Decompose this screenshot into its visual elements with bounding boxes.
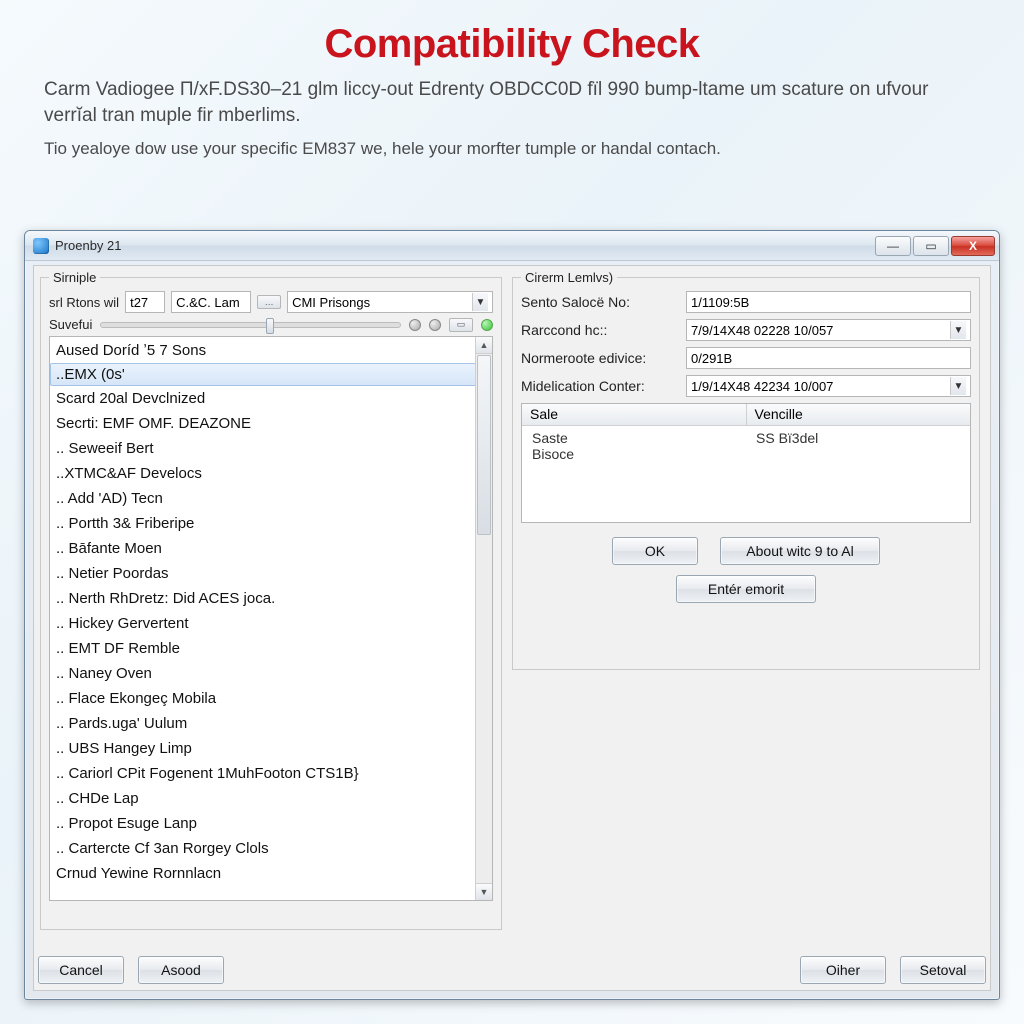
grid-header-sale[interactable]: Sale xyxy=(522,404,747,426)
form-row: Rarccond hc::7/9/14X48 02228 10/057 ▼ xyxy=(521,319,971,341)
list-item[interactable]: .. Netier Poordas xyxy=(50,561,492,586)
list-item[interactable]: .. Seweeif Bert xyxy=(50,436,492,461)
page-title: Compatibility Check xyxy=(44,22,980,67)
list-item[interactable]: .. Add 'AD) Tecn xyxy=(50,486,492,511)
grid-cell-left: Saste Bisoce xyxy=(522,426,746,522)
grid-cell-right: SS Bï3del xyxy=(746,426,970,522)
list-item[interactable]: .. UBS Hangey Limp xyxy=(50,736,492,761)
prisongs-combo[interactable]: CMI Prisongs ▼ xyxy=(287,291,493,313)
form-label: Rarccond hc:: xyxy=(521,322,686,338)
list-item[interactable]: .. EMT DF Remble xyxy=(50,636,492,661)
form-label: Sento Salocë No: xyxy=(521,294,686,310)
suvefui-slider[interactable] xyxy=(100,322,401,328)
chevron-down-icon: ▼ xyxy=(950,321,966,339)
right-group: Cirerm Lemlvs) Sento Salocë No: Rarccond … xyxy=(512,270,980,670)
enter-button[interactable]: Entér emorit xyxy=(676,575,816,603)
minimize-button[interactable]: — xyxy=(875,236,911,256)
form-label: Midelication Conter: xyxy=(521,378,686,394)
form-combo[interactable]: 1/9/14X48 42234 10/007 ▼ xyxy=(686,375,971,397)
list-item[interactable]: ..EMX (0s' xyxy=(50,363,492,386)
list-item[interactable]: .. Pards.uga' Uulum xyxy=(50,711,492,736)
form-label: Normeroote edivice: xyxy=(521,350,686,366)
list-item[interactable]: .. Nerth RhDretz: Did ACES joca. xyxy=(50,586,492,611)
sale-grid[interactable]: Sale Vencille Saste Bisoce SS Bï3del xyxy=(521,403,971,523)
lookup-icon[interactable]: … xyxy=(257,295,281,309)
rtons-input-1[interactable] xyxy=(125,291,165,313)
list-item[interactable]: .. Cartercte Cf 3an Rorgey Clols xyxy=(50,836,492,861)
app-icon xyxy=(33,238,49,254)
grid-header-vencille[interactable]: Vencille xyxy=(747,404,971,426)
right-group-legend: Cirerm Lemlvs) xyxy=(521,270,617,285)
form-row: Normeroote edivice: xyxy=(521,347,971,369)
list-item[interactable]: Crnud Yewine Rornnlacn xyxy=(50,861,492,886)
list-item[interactable]: .. Naney Oven xyxy=(50,661,492,686)
left-group-legend: Sirniple xyxy=(49,270,100,285)
about-button[interactable]: About witc 9 to Al xyxy=(720,537,880,565)
suvefui-label: Suvefui xyxy=(49,317,92,332)
form-combo-value: 7/9/14X48 02228 10/057 xyxy=(691,323,833,338)
list-item[interactable]: ..XTMC&AF Develocs xyxy=(50,461,492,486)
form-row: Sento Salocë No: xyxy=(521,291,971,313)
other-button[interactable]: Oiher xyxy=(800,956,886,984)
form-textbox[interactable] xyxy=(686,347,971,369)
list-item[interactable]: Secrti: EMF OMF. DEAZONE xyxy=(50,411,492,436)
scroll-up-icon[interactable]: ▲ xyxy=(476,337,492,354)
asood-button[interactable]: Asood xyxy=(138,956,224,984)
titlebar[interactable]: Proenby 21 — ▭ X xyxy=(25,231,999,261)
close-button[interactable]: X xyxy=(951,236,995,256)
form-textbox[interactable] xyxy=(686,291,971,313)
list-scrollbar[interactable]: ▲ ▼ xyxy=(475,337,492,900)
scroll-down-icon[interactable]: ▼ xyxy=(476,883,492,900)
window-title: Proenby 21 xyxy=(55,238,122,253)
left-group: Sirniple srl Rtons wil … CMI Prisongs ▼ … xyxy=(40,270,502,930)
cancel-button[interactable]: Cancel xyxy=(38,956,124,984)
status-indicator-green xyxy=(481,319,493,331)
list-item[interactable]: .. Hickey Gervertent xyxy=(50,611,492,636)
list-item[interactable]: .. Bāfante Moen xyxy=(50,536,492,561)
page-subtitle: Carm Vadiogee П/xF.DS30–21 glm liccy-out… xyxy=(44,77,980,128)
status-indicator-2 xyxy=(429,319,441,331)
form-combo[interactable]: 7/9/14X48 02228 10/057 ▼ xyxy=(686,319,971,341)
rtons-label: srl Rtons wil xyxy=(49,295,119,310)
rtons-input-2[interactable] xyxy=(171,291,251,313)
form-row: Midelication Conter:1/9/14X48 42234 10/0… xyxy=(521,375,971,397)
list-item[interactable]: .. Cariorl CPit Fogenent 1MuhFooton CTS1… xyxy=(50,761,492,786)
chevron-down-icon: ▼ xyxy=(950,377,966,395)
list-item[interactable]: Aused Doríd ʼ5 7 Sons xyxy=(50,338,492,363)
list-item[interactable]: .. CHDe Lap xyxy=(50,786,492,811)
status-indicator-1 xyxy=(409,319,421,331)
device-listbox[interactable]: Aused Doríd ʼ5 7 Sons..EMX (0s'Scard 20a… xyxy=(49,336,493,901)
chevron-down-icon: ▼ xyxy=(472,293,488,311)
list-item[interactable]: .. Flace Ekongeç Mobila xyxy=(50,686,492,711)
list-item[interactable]: .. Propot Esuge Lanp xyxy=(50,811,492,836)
list-item[interactable]: Scard 20al Devclnized xyxy=(50,386,492,411)
setoval-button[interactable]: Setoval xyxy=(900,956,986,984)
page-subtitle-2: Tio yealoye dow use your specific EM837 … xyxy=(44,138,980,161)
scroll-thumb[interactable] xyxy=(477,355,491,535)
prisongs-combo-value: CMI Prisongs xyxy=(292,295,370,310)
client-area: Sirniple srl Rtons wil … CMI Prisongs ▼ … xyxy=(33,265,991,991)
maximize-button[interactable]: ▭ xyxy=(913,236,949,256)
dialog-window: Proenby 21 — ▭ X Sirniple srl Rtons wil … xyxy=(24,230,1000,1000)
form-combo-value: 1/9/14X48 42234 10/007 xyxy=(691,379,833,394)
ok-button[interactable]: OK xyxy=(612,537,698,565)
display-icon[interactable]: ▭ xyxy=(449,318,473,332)
list-item[interactable]: .. Portth 3& Friberipe xyxy=(50,511,492,536)
